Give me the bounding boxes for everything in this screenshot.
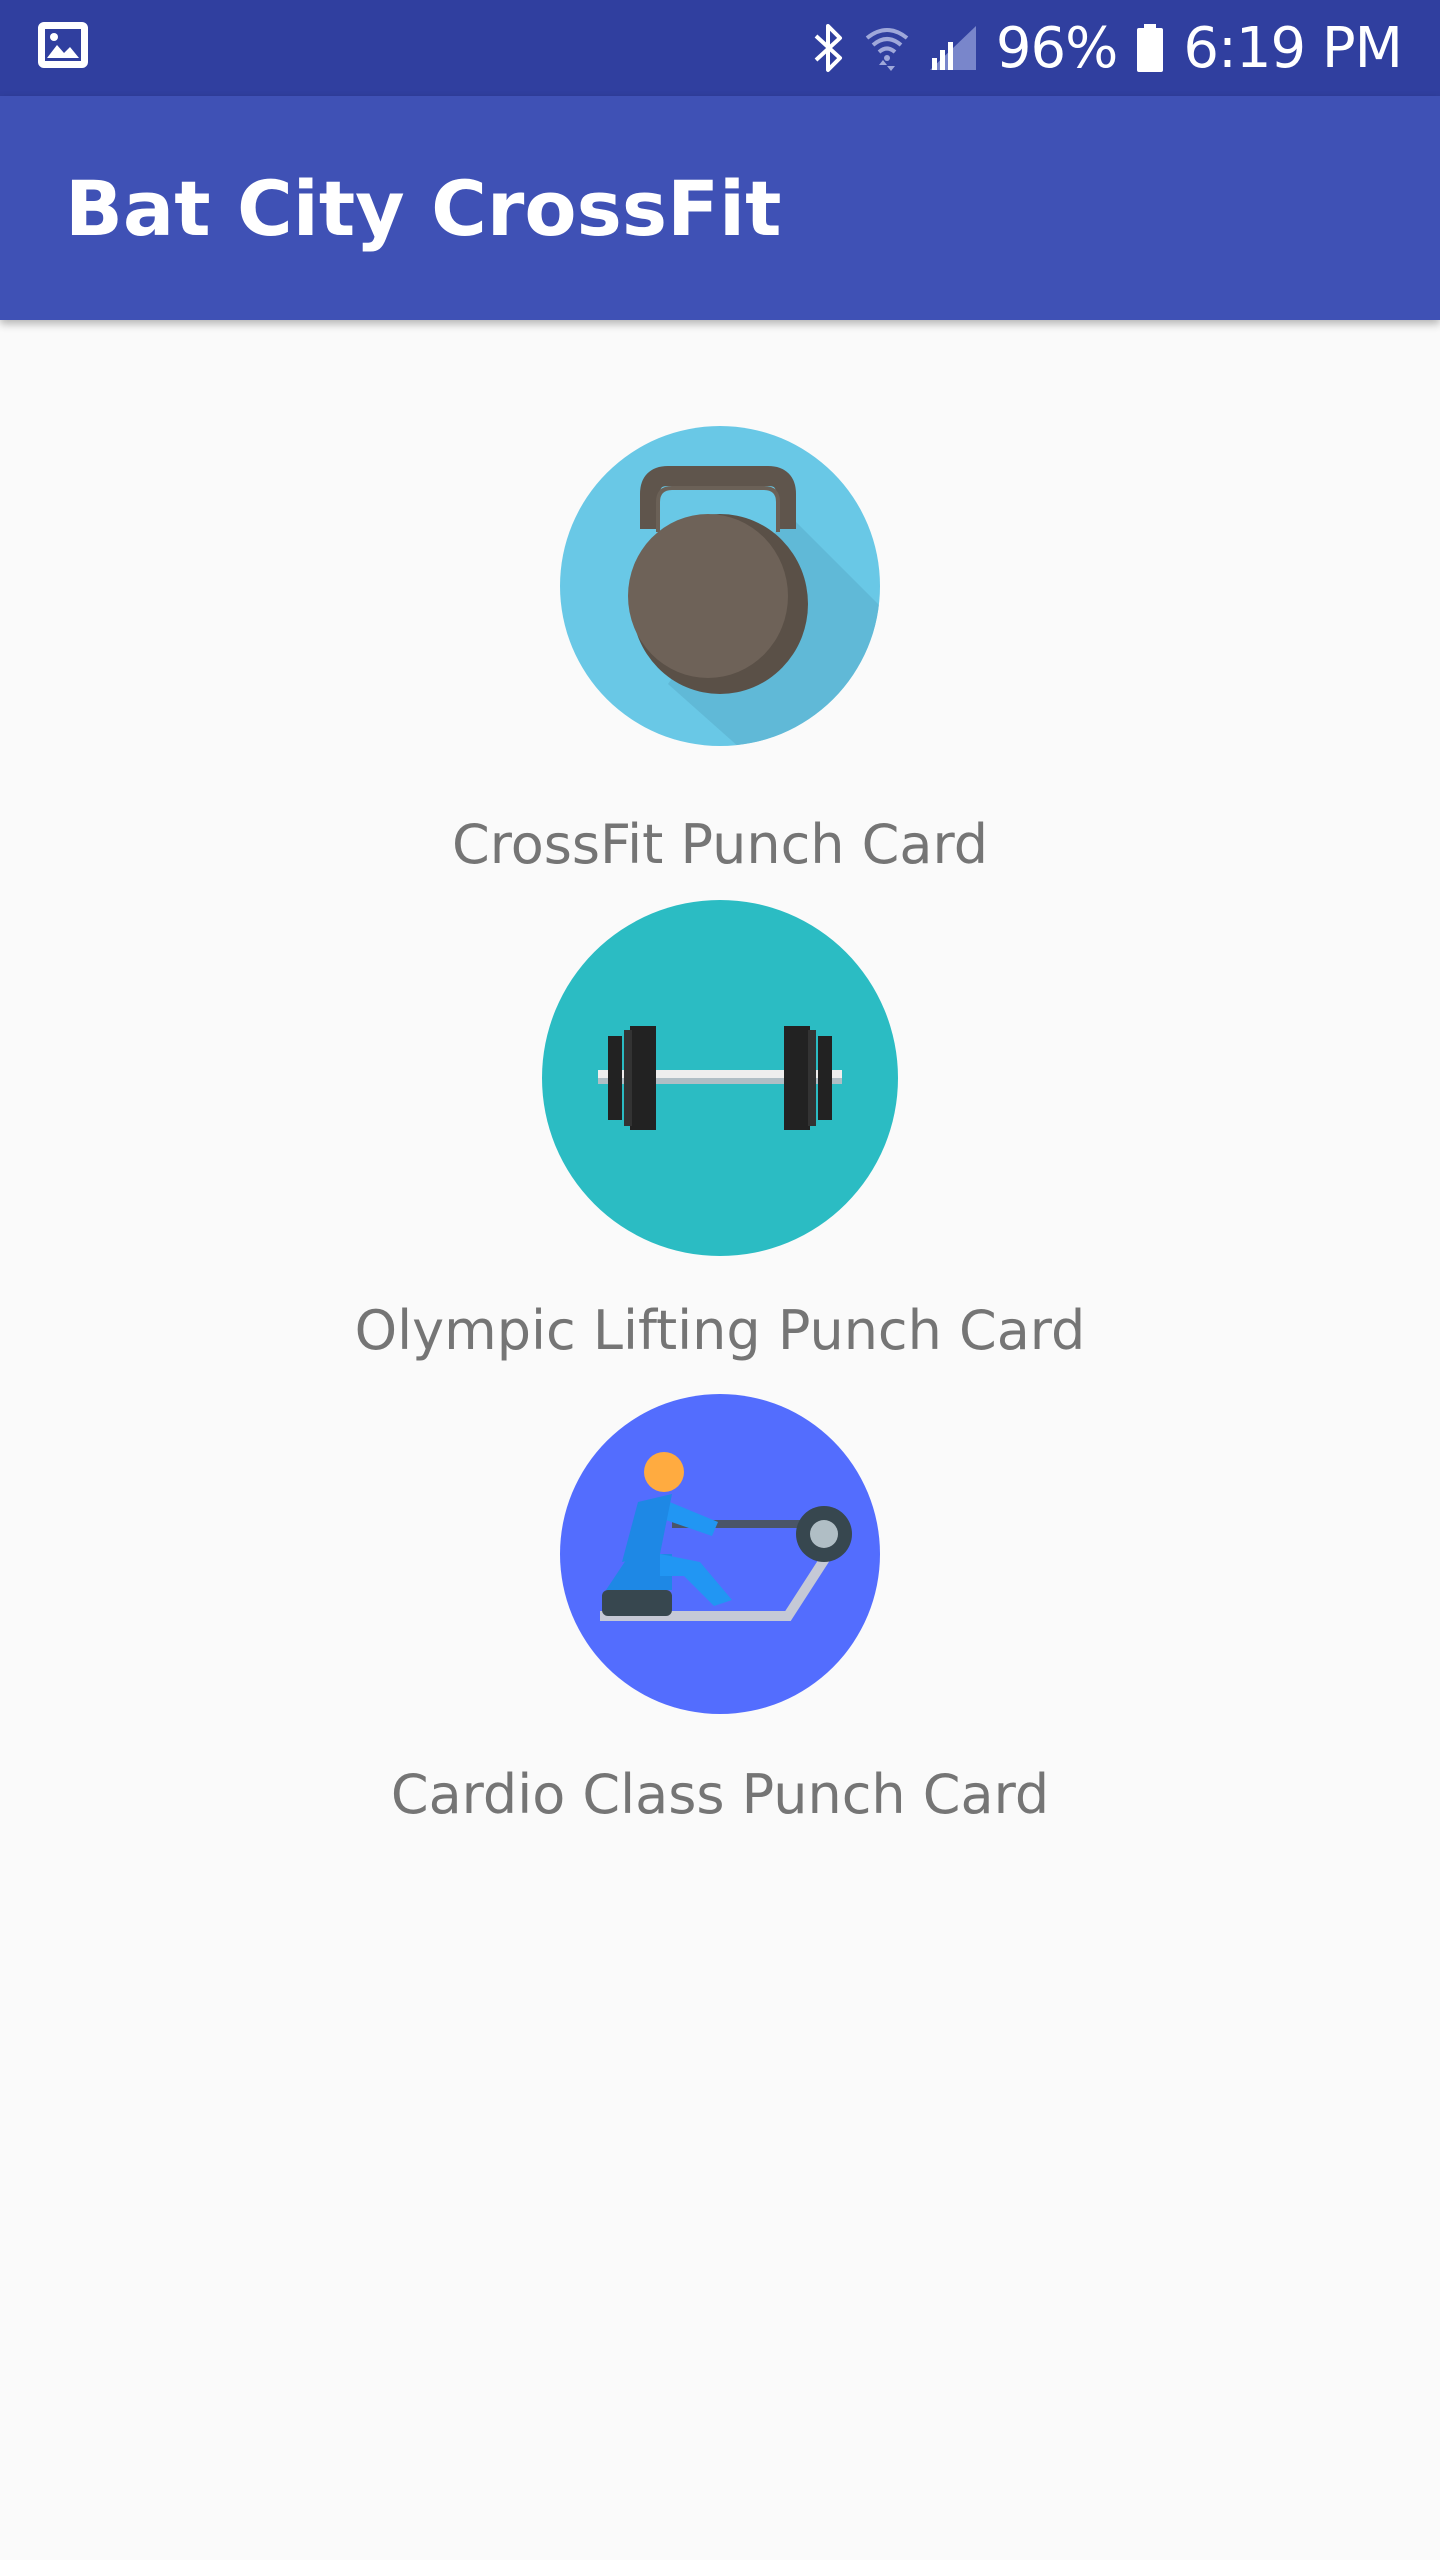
app-bar: Bat City CrossFit — [0, 96, 1440, 320]
olympic-lifting-punch-card[interactable]: Olympic Lifting Punch Card — [0, 900, 1440, 1362]
battery-percent: 96% — [995, 15, 1118, 81]
barbell-icon[interactable] — [542, 900, 898, 1261]
wifi-icon — [864, 20, 910, 76]
rowing-machine-icon[interactable] — [560, 1394, 880, 1719]
olympic-lifting-punch-card-label: Olympic Lifting Punch Card — [354, 1299, 1086, 1362]
bluetooth-icon — [810, 20, 846, 76]
battery-icon — [1135, 20, 1165, 76]
crossfit-punch-card[interactable]: CrossFit Punch Card — [0, 424, 1440, 876]
status-bar: 96% 6:19 PM — [0, 0, 1440, 96]
app-title: Bat City CrossFit — [65, 163, 782, 253]
crossfit-punch-card-label: CrossFit Punch Card — [452, 813, 988, 876]
cell-signal-icon — [928, 20, 978, 76]
cardio-class-punch-card-label: Cardio Class Punch Card — [390, 1763, 1050, 1826]
gallery-notification-icon — [38, 22, 88, 72]
cardio-class-punch-card[interactable]: Cardio Class Punch Card — [0, 1394, 1440, 1826]
status-time: 6:19 PM — [1183, 15, 1403, 81]
kettlebell-icon[interactable] — [558, 424, 882, 753]
punch-card-list: CrossFit Punch Card Olympic Lifting Punc… — [0, 320, 1440, 2560]
